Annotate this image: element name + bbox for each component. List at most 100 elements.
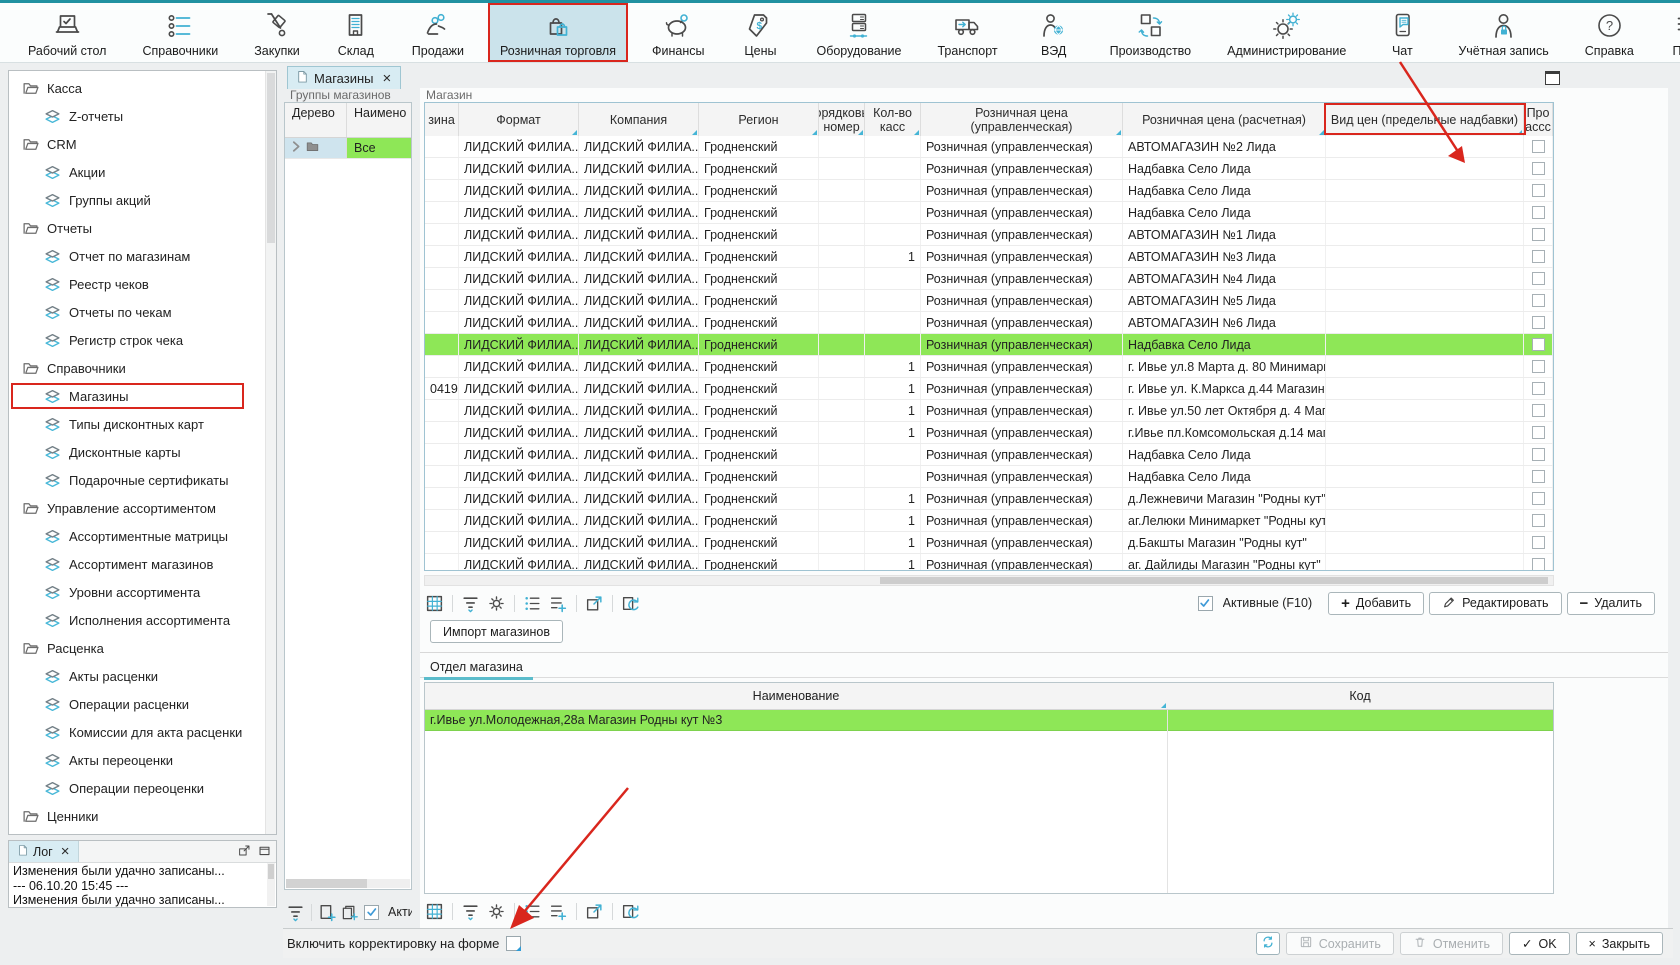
tab-magaziny[interactable]: Магазины × [287, 66, 401, 89]
sidebar-item[interactable]: Акции [9, 158, 276, 186]
shops-col[interactable]: зина [425, 103, 459, 136]
expander-chevron-icon[interactable] [290, 140, 303, 156]
cancel-button[interactable]: Отменить [1400, 932, 1503, 955]
dept-row[interactable]: г.Ивье ул.Молодежная,28а Магазин Родны к… [425, 710, 1553, 731]
arrowbox-icon[interactable] [584, 593, 605, 614]
sidebar-item[interactable]: Операции переоценки [9, 774, 276, 802]
funnel-icon[interactable] [286, 902, 305, 923]
sidebar-item[interactable]: Отчеты по чекам [9, 298, 276, 326]
maximize-icon[interactable] [1545, 71, 1560, 85]
toolbar-item-desktop[interactable]: Рабочий стол [16, 3, 118, 62]
listplus-icon[interactable] [548, 901, 569, 922]
sidebar-item[interactable]: CRM [9, 130, 276, 158]
arrowbox-icon[interactable] [584, 901, 605, 922]
row-checkbox[interactable] [1532, 162, 1545, 175]
row-checkbox[interactable] [1532, 514, 1545, 527]
toolbar-item-purchases[interactable]: Закупки [242, 3, 312, 62]
log-tab[interactable]: Лог × [9, 841, 79, 862]
import-shops-button[interactable]: Импорт магазинов [430, 620, 563, 643]
restore-icon[interactable] [258, 844, 271, 860]
row-checkbox[interactable] [1532, 448, 1545, 461]
sidebar-item[interactable]: Подарочные сертификаты [9, 466, 276, 494]
sidebar-item[interactable]: Акты переоценки [9, 746, 276, 774]
row-checkbox[interactable] [1532, 360, 1545, 373]
correction-checkbox[interactable] [506, 936, 521, 951]
sidebar-item[interactable]: Расценка [9, 634, 276, 662]
funnel-icon[interactable] [460, 901, 481, 922]
row-checkbox[interactable] [1532, 536, 1545, 549]
toolbar-item-directory[interactable]: Справочники [130, 3, 230, 62]
row-checkbox[interactable] [1532, 140, 1545, 153]
row-checkbox[interactable] [1532, 294, 1545, 307]
sidebar-item[interactable]: Ассортимент магазинов [9, 550, 276, 578]
shop-row[interactable]: ЛИДСКИЙ ФИЛИА...ЛИДСКИЙ ФИЛИА...Гродненс… [425, 466, 1553, 488]
shop-row[interactable]: ЛИДСКИЙ ФИЛИА...ЛИДСКИЙ ФИЛИА...Гродненс… [425, 224, 1553, 246]
shops-col[interactable]: Вид цен (предельные надбавки) [1326, 103, 1524, 136]
save-button[interactable]: Сохранить [1286, 932, 1394, 955]
listplus-icon[interactable] [548, 593, 569, 614]
close-button[interactable]: ×Закрыть [1576, 932, 1663, 955]
row-checkbox[interactable] [1532, 470, 1545, 483]
refreshbox-icon[interactable] [620, 901, 641, 922]
sidebar-item[interactable]: Отчет по магазинам [9, 242, 276, 270]
listnum-icon[interactable] [522, 901, 543, 922]
groups-active-checkbox[interactable] [364, 905, 379, 920]
toolbar-item-finance[interactable]: Финансы [640, 3, 716, 62]
toolbar-item-prices[interactable]: $Цены [728, 3, 792, 62]
grid-icon[interactable] [424, 593, 445, 614]
row-checkbox[interactable] [1532, 404, 1545, 417]
shops-col[interactable]: Про ассс [1524, 103, 1553, 136]
plusdoc-icon[interactable] [318, 902, 337, 923]
shop-row[interactable]: ЛИДСКИЙ ФИЛИА...ЛИДСКИЙ ФИЛИА...Гродненс… [425, 400, 1553, 422]
gear-icon[interactable] [486, 593, 507, 614]
sidebar-item[interactable]: Типы дисконтных карт [9, 410, 276, 438]
edit-button[interactable]: Редактировать [1429, 592, 1561, 615]
sidebar-scrollbar[interactable] [265, 71, 276, 834]
gear-icon[interactable] [486, 901, 507, 922]
shops-col[interactable]: Розничная цена (управленческая) [921, 103, 1123, 136]
tab-dept[interactable]: Отдел магазина [430, 656, 523, 677]
row-checkbox[interactable] [1532, 338, 1545, 351]
sidebar-item[interactable]: Ценники [9, 802, 276, 830]
sidebar-item[interactable]: Касса [9, 74, 276, 102]
shop-row[interactable]: ЛИДСКИЙ ФИЛИА...ЛИДСКИЙ ФИЛИА...Гродненс… [425, 554, 1553, 570]
shop-row[interactable]: ЛИДСКИЙ ФИЛИА...ЛИДСКИЙ ФИЛИА...Гродненс… [425, 334, 1553, 356]
delete-button[interactable]: −Удалить [1567, 592, 1656, 615]
shop-row[interactable]: ЛИДСКИЙ ФИЛИА...ЛИДСКИЙ ФИЛИА...Гродненс… [425, 180, 1553, 202]
groups-col-name[interactable]: Наимено [347, 103, 411, 137]
shops-col[interactable]: Кол-во касс [865, 103, 921, 136]
shop-row[interactable]: ЛИДСКИЙ ФИЛИА...ЛИДСКИЙ ФИЛИА...Гродненс… [425, 532, 1553, 554]
shops-col[interactable]: Порядковый номер [819, 103, 865, 136]
sidebar-item[interactable]: Регистр строк чека [9, 326, 276, 354]
shop-row[interactable]: ЛИДСКИЙ ФИЛИА...ЛИДСКИЙ ФИЛИА...Гродненс… [425, 290, 1553, 312]
shop-row[interactable]: ЛИДСКИЙ ФИЛИА...ЛИДСКИЙ ФИЛИА...Гродненс… [425, 246, 1553, 268]
toolbar-item-warehouse[interactable]: Склад [324, 3, 388, 62]
sidebar-item[interactable]: Управление ассортиментом [9, 494, 276, 522]
shop-row[interactable]: ЛИДСКИЙ ФИЛИА...ЛИДСКИЙ ФИЛИА...Гродненс… [425, 488, 1553, 510]
shop-row[interactable]: ЛИДСКИЙ ФИЛИА...ЛИДСКИЙ ФИЛИА...Гродненс… [425, 268, 1553, 290]
sidebar-item[interactable]: Уровни ассортимента [9, 578, 276, 606]
shop-row[interactable]: 0419...ЛИДСКИЙ ФИЛИА...ЛИДСКИЙ ФИЛИА...Г… [425, 378, 1553, 400]
dept-col-name[interactable]: Наименование [425, 683, 1167, 709]
toolbar-item-equipment[interactable]: Оборудование [804, 3, 913, 62]
sidebar-item[interactable]: Справочники [9, 354, 276, 382]
row-checkbox[interactable] [1532, 492, 1545, 505]
sidebar-item[interactable]: Операции расценки [9, 690, 276, 718]
sidebar-item[interactable]: Акты расценки [9, 662, 276, 690]
sidebar-item[interactable]: Комиссии для акта расценки [9, 718, 276, 746]
row-checkbox[interactable] [1532, 206, 1545, 219]
row-checkbox[interactable] [1532, 184, 1545, 197]
shop-row[interactable]: ЛИДСКИЙ ФИЛИА...ЛИДСКИЙ ФИЛИА...Гродненс… [425, 202, 1553, 224]
sidebar-item[interactable]: Z-отчеты [9, 102, 276, 130]
row-checkbox[interactable] [1532, 228, 1545, 241]
shops-col[interactable]: Регион [699, 103, 819, 136]
toolbar-item-account[interactable]: Учётная запись [1446, 3, 1560, 62]
toolbar-item-search[interactable]: Поиск [1658, 3, 1680, 62]
add-button[interactable]: +Добавить [1328, 592, 1424, 615]
group-row-all[interactable]: Все [285, 138, 411, 159]
groups-hscrollbar[interactable] [286, 879, 410, 888]
toolbar-item-retail[interactable]: Розничная торговля [488, 3, 628, 62]
sidebar-item[interactable]: Отчеты [9, 214, 276, 242]
sidebar-item[interactable]: Реестр чеков [9, 270, 276, 298]
toolbar-item-sales[interactable]: Продажи [400, 3, 476, 62]
